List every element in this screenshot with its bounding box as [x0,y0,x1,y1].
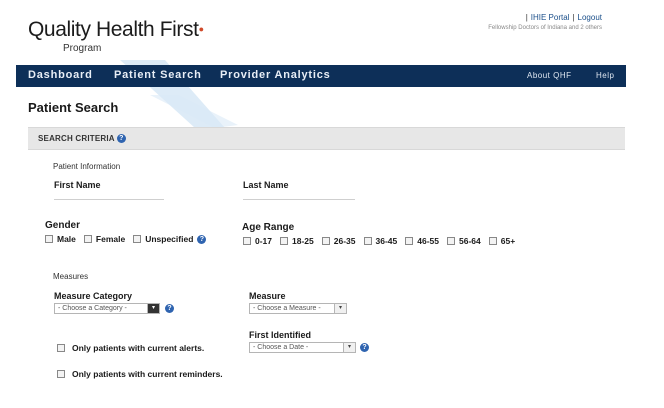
checkbox[interactable] [363,237,372,245]
help-icon[interactable]: ? [360,343,369,352]
logo-subtitle: Program [63,43,102,54]
gender-unspecified[interactable]: Unspecified [133,234,193,244]
nav-provider-analytics[interactable]: Provider Analytics [220,69,331,81]
age-26-35-label: 26-35 [333,236,356,246]
age-range-label: Age Range [242,222,295,233]
age-0-17-label: 0-17 [255,236,273,246]
age-46-55[interactable]: 46-55 [405,236,439,246]
chevron-down-icon[interactable]: ▾ [147,304,159,313]
nav-dashboard[interactable]: Dashboard [28,69,93,81]
search-criteria-text: SEARCH CRITERIA [38,134,115,143]
age-56-64-label: 56-64 [459,236,481,246]
measure-category-value: - Choose a Category - [58,305,127,312]
alerts-option[interactable]: Only patients with current alerts. [57,343,204,353]
nav-help[interactable]: Help [596,71,614,80]
age-0-17[interactable]: 0-17 [243,236,272,246]
measure-value: - Choose a Measure - [253,305,321,312]
checkbox[interactable] [488,237,497,245]
age-18-25-label: 18-25 [292,236,314,246]
gender-label: Gender [45,220,81,231]
age-36-45-label: 36-45 [375,236,398,246]
first-identified-group: - Choose a Date - ▾ ? [249,342,369,353]
checkbox[interactable] [280,237,289,245]
patient-info-heading: Patient Information [53,162,121,171]
first-identified-select[interactable]: - Choose a Date - ▾ [249,342,356,353]
first-name-label: First Name [54,180,101,190]
checkbox[interactable] [57,344,65,352]
logo[interactable]: Quality Health First● [28,18,204,42]
measures-heading: Measures [53,272,89,281]
utility-links: | IHIE Portal | Logout [525,13,602,22]
checkbox[interactable] [405,237,414,245]
checkbox[interactable] [321,237,330,245]
search-criteria-header: SEARCH CRITERIA ? [28,127,625,150]
logo-text: Quality Health First [28,18,199,41]
logout-link[interactable]: Logout [578,13,602,22]
nav-about-qhf[interactable]: About QHF [527,71,572,80]
logo-mark-icon: ● [198,24,204,34]
gender-female-label: Female [95,234,126,244]
help-icon[interactable]: ? [116,134,126,144]
last-name-field[interactable] [243,190,355,200]
checkbox[interactable] [45,235,53,243]
age-26-35[interactable]: 26-35 [321,236,356,246]
checkbox[interactable] [57,370,65,378]
age-65-plus-label: 65+ [500,236,516,246]
main-nav: Dashboard Patient Search Provider Analyt… [16,65,626,87]
user-organizations: Fellowship Doctors of Indiana and 2 othe… [488,25,602,31]
measure-label: Measure [249,291,286,301]
gender-female[interactable]: Female [83,234,126,244]
chevron-down-icon[interactable]: ▾ [334,304,346,313]
alerts-option-label: Only patients with current alerts. [72,343,205,353]
ihie-portal-link[interactable]: IHIE Portal [531,13,570,22]
age-18-25[interactable]: 18-25 [280,236,314,246]
measure-category-group: - Choose a Category - ▾ ? [54,303,174,314]
age-65-plus[interactable]: 65+ [488,236,516,246]
checkbox[interactable] [447,237,456,245]
gender-unspecified-label: Unspecified [145,234,194,244]
checkbox[interactable] [243,237,251,245]
age-56-64[interactable]: 56-64 [447,236,481,246]
gender-male-label: Male [57,234,76,244]
measure-category-label: Measure Category [54,291,133,301]
help-icon[interactable]: ? [197,234,207,244]
checkbox[interactable] [83,235,92,243]
age-46-55-label: 46-55 [417,236,440,246]
age-36-45[interactable]: 36-45 [363,236,398,246]
checkbox[interactable] [133,235,142,243]
chevron-down-icon[interactable]: ▾ [343,343,355,352]
first-identified-value: - Choose a Date - [253,344,309,351]
gender-male[interactable]: Male [45,234,76,244]
page-title: Patient Search [28,100,119,115]
measure-select[interactable]: - Choose a Measure - ▾ [249,303,347,314]
measure-category-select[interactable]: - Choose a Category - ▾ [54,303,160,314]
age-range-options: 0-17 18-25 26-35 36-45 46-55 56-64 65+ [243,236,523,246]
first-identified-label: First Identified [249,330,312,340]
nav-patient-search[interactable]: Patient Search [114,69,202,81]
first-name-field[interactable] [54,190,164,200]
help-icon[interactable]: ? [165,304,174,313]
search-criteria-label: SEARCH CRITERIA ? [38,134,126,144]
measure-group: - Choose a Measure - ▾ [249,303,347,314]
reminders-option[interactable]: Only patients with current reminders. [57,369,223,379]
reminders-option-label: Only patients with current reminders. [72,369,223,379]
gender-options: Male Female Unspecified ? [45,234,207,244]
last-name-label: Last Name [243,180,289,190]
